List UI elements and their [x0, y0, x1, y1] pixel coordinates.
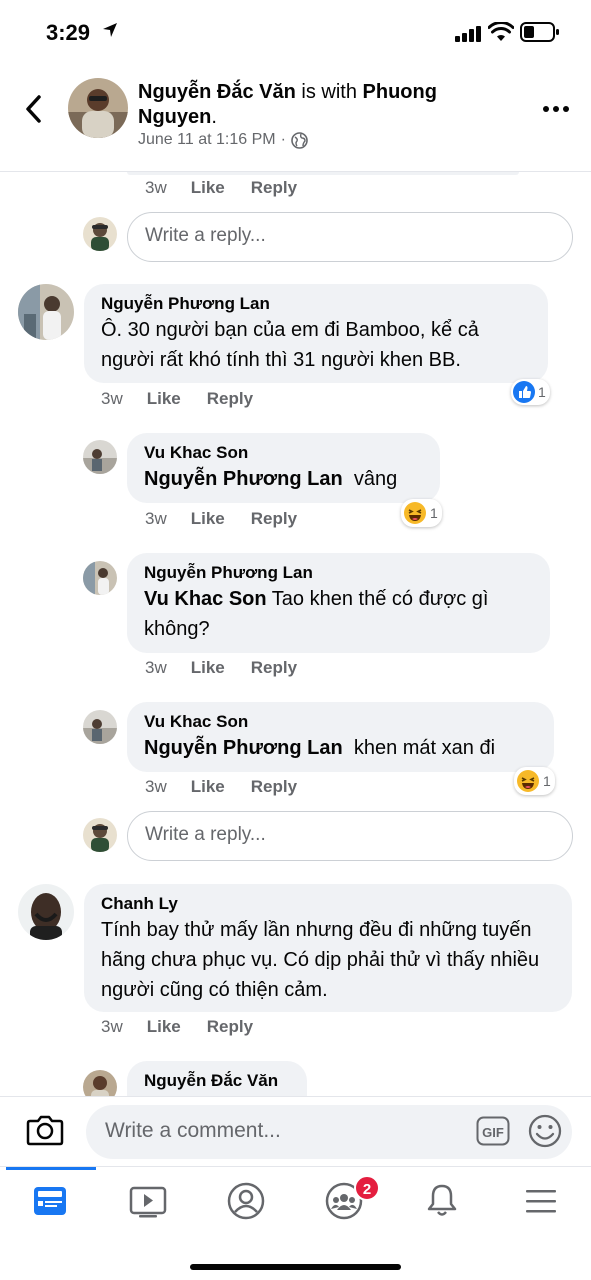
title-period: .: [211, 106, 217, 128]
reply-button[interactable]: Reply: [251, 509, 297, 529]
like-button[interactable]: Like: [191, 777, 225, 797]
mention-tag[interactable]: Nguyễn Phương Lan: [144, 468, 343, 490]
post-title: Nguyễn Đắc Văn is with Phuong Nguyen.: [138, 80, 518, 130]
reaction-count[interactable]: 1: [511, 379, 550, 405]
comment-actions: 3w Like Reply: [101, 1017, 253, 1037]
reaction-number: 1: [543, 773, 551, 789]
like-button[interactable]: Like: [191, 658, 225, 678]
commenter-name[interactable]: Chanh Ly: [101, 893, 556, 915]
reply-input[interactable]: Write a reply...: [127, 212, 573, 262]
comment-actions: 3w Like Reply: [101, 389, 253, 409]
reply-button[interactable]: Reply: [251, 658, 297, 678]
commenter-name[interactable]: Nguyễn Phương Lan: [101, 293, 532, 315]
meta-separator: ·: [280, 131, 286, 148]
commenter-avatar[interactable]: [83, 440, 117, 474]
cut-off-bubble: [127, 172, 519, 175]
comment-time: 3w: [101, 389, 123, 408]
bottom-tab-bar: 2: [0, 1166, 591, 1280]
comment-actions: 3w Like Reply: [145, 777, 297, 797]
comment-time: 3w: [145, 178, 167, 197]
reply-button[interactable]: Reply: [207, 1017, 253, 1037]
comment-time: 3w: [101, 1017, 123, 1036]
comment-bubble: Chanh Ly Tính bay thử mấy lần nhưng đều …: [84, 884, 572, 1012]
author-avatar[interactable]: [68, 78, 128, 138]
with-text: is with: [295, 81, 363, 103]
commenter-avatar[interactable]: [83, 1070, 117, 1096]
like-button[interactable]: Like: [147, 1017, 181, 1037]
reaction-number: 1: [430, 505, 438, 521]
haha-reaction-icon: [517, 770, 539, 792]
reply-button[interactable]: Reply: [207, 389, 253, 409]
comment-bubble: Vu Khac Son Nguyễn Phương Lan vâng: [127, 433, 440, 503]
comment-text: Ô. 30 người bạn của em đi Bamboo, kể cả …: [101, 319, 479, 371]
menu-icon[interactable]: [521, 1181, 561, 1221]
groups-notification-badge: 2: [354, 1175, 380, 1201]
mention-tag[interactable]: Vu Khac Son: [144, 588, 267, 610]
reply-input[interactable]: Write a reply...: [127, 811, 573, 861]
like-button[interactable]: Like: [191, 509, 225, 529]
camera-icon[interactable]: [26, 1113, 64, 1147]
reply-placeholder: Write a reply...: [145, 225, 266, 246]
home-indicator: [190, 1264, 401, 1270]
back-arrow-icon[interactable]: [22, 94, 48, 124]
active-tab-indicator: [6, 1167, 96, 1170]
comment-text: khen mát xan đi: [342, 737, 496, 759]
location-arrow-icon: [103, 23, 117, 37]
news-feed-icon[interactable]: [30, 1181, 70, 1221]
post-header: Nguyễn Đắc Văn is with Phuong Nguyen. Ju…: [0, 64, 591, 172]
user-avatar: [83, 818, 117, 852]
reaction-count[interactable]: 1: [401, 499, 442, 527]
author-name[interactable]: Nguyễn Đắc Văn: [138, 81, 296, 103]
notifications-bell-icon[interactable]: [422, 1181, 462, 1221]
emoji-icon[interactable]: [527, 1113, 563, 1149]
comment-time: 3w: [145, 509, 167, 528]
reply-placeholder: Write a reply...: [145, 824, 266, 845]
haha-reaction-icon: [404, 502, 426, 524]
comment-bubble: Vu Khac Son Nguyễn Phương Lan khen mát x…: [127, 702, 554, 772]
commenter-avatar[interactable]: [83, 561, 117, 595]
commenter-avatar[interactable]: [18, 284, 74, 340]
commenter-name[interactable]: Nguyễn Phương Lan: [144, 562, 534, 584]
gif-icon[interactable]: GIF: [476, 1116, 510, 1146]
comment-placeholder: Write a comment...: [105, 1119, 281, 1142]
profile-icon[interactable]: [226, 1181, 266, 1221]
mention-tag[interactable]: Nguyễn Phương Lan: [144, 737, 343, 759]
user-avatar: [83, 217, 117, 251]
comment-text: vâng: [342, 468, 398, 490]
like-button[interactable]: Like: [191, 178, 225, 198]
cellular-signal-icon: [455, 26, 481, 42]
status-time: 3:29: [46, 20, 91, 45]
comment-time: 3w: [145, 658, 167, 677]
commenter-avatar[interactable]: [18, 884, 74, 940]
battery-icon: [520, 22, 559, 42]
reply-button[interactable]: Reply: [251, 178, 297, 198]
reaction-number: 1: [538, 384, 546, 400]
comment-actions: 3w Like Reply: [145, 658, 297, 678]
watch-icon[interactable]: [128, 1181, 168, 1221]
comments-feed[interactable]: 3w Like Reply Write a reply... Nguyễn Ph…: [0, 172, 591, 1096]
more-options-icon[interactable]: [542, 104, 570, 114]
comment-actions: 3w Like Reply: [145, 178, 297, 198]
like-button[interactable]: Like: [147, 389, 181, 409]
comment-text: Tính bay thử mấy lần nhưng đều đi những …: [101, 919, 540, 1001]
commenter-name[interactable]: Nguyễn Đắc Văn: [144, 1070, 291, 1092]
reply-button[interactable]: Reply: [251, 777, 297, 797]
like-reaction-icon: [513, 381, 535, 403]
comment-bubble: Nguyễn Phương Lan Vu Khac Son Tao khen t…: [127, 553, 550, 653]
post-date[interactable]: June 11 at 1:16 PM: [138, 131, 276, 149]
gif-label: GIF: [482, 1125, 504, 1140]
status-bar: 3:29: [0, 0, 591, 64]
commenter-name[interactable]: Vu Khac Son: [144, 711, 538, 733]
comment-composer: Write a comment... GIF: [0, 1096, 591, 1166]
comment-bubble: Nguyễn Phương Lan Ô. 30 người bạn của em…: [84, 284, 548, 383]
post-meta: June 11 at 1:16 PM ·: [138, 131, 308, 149]
comment-bubble: Nguyễn Đắc Văn: [127, 1061, 307, 1096]
wifi-icon: [488, 22, 514, 41]
comment-time: 3w: [145, 777, 167, 796]
reaction-count[interactable]: 1: [514, 767, 555, 795]
commenter-name[interactable]: Vu Khac Son: [144, 442, 424, 464]
globe-icon: [291, 131, 308, 149]
commenter-avatar[interactable]: [83, 710, 117, 744]
comment-actions: 3w Like Reply: [145, 509, 297, 529]
